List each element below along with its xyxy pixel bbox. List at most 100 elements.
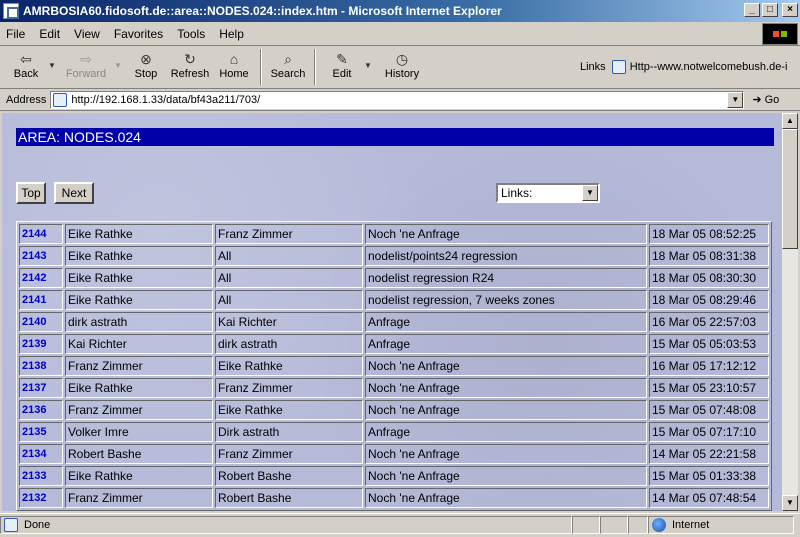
address-input[interactable]: http://192.168.1.33/data/bf43a211/703/ ▼ bbox=[50, 90, 745, 109]
globe-icon bbox=[652, 517, 666, 532]
table-row: 2140 dirk astrath Kai Richter Anfrage 16 Mar… bbox=[19, 312, 769, 332]
page-content: AREA: NODES.024 Top Next Links: ▼ 2144 Ei… bbox=[2, 113, 782, 511]
zone-panel: Internet bbox=[648, 515, 794, 534]
forward-button[interactable]: ⇨ Forward bbox=[58, 47, 114, 80]
links-select[interactable]: Links: ▼ bbox=[496, 183, 600, 203]
message-to: Kai Richter bbox=[215, 312, 363, 332]
table-row: 2132 Franz Zimmer Robert Bashe Noch 'ne Anf… bbox=[19, 488, 769, 508]
history-button[interactable]: ◷ History bbox=[374, 47, 430, 80]
menu-edit[interactable]: Edit bbox=[39, 27, 60, 41]
refresh-label: Refresh bbox=[170, 68, 210, 80]
top-button[interactable]: Top bbox=[16, 182, 46, 204]
scroll-thumb[interactable] bbox=[782, 129, 798, 249]
message-number-link[interactable]: 2138 bbox=[19, 356, 63, 376]
message-date: 15 Mar 05 07:48:08 bbox=[649, 400, 769, 420]
message-number-link[interactable]: 2144 bbox=[19, 224, 63, 244]
message-number-link[interactable]: 2136 bbox=[19, 400, 63, 420]
message-from: Eike Rathke bbox=[65, 378, 213, 398]
message-from: Franz Zimmer bbox=[65, 400, 213, 420]
message-from: Eike Rathke bbox=[65, 224, 213, 244]
close-button[interactable]: × bbox=[782, 3, 798, 17]
message-to: All bbox=[215, 268, 363, 288]
scroll-down-icon[interactable]: ▼ bbox=[782, 495, 798, 511]
links-select-value: Links: bbox=[501, 186, 533, 200]
message-to: Robert Bashe bbox=[215, 466, 363, 486]
message-number-link[interactable]: 2142 bbox=[19, 268, 63, 288]
message-number-link[interactable]: 2139 bbox=[19, 334, 63, 354]
message-from: Eike Rathke bbox=[65, 268, 213, 288]
message-to: Franz Zimmer bbox=[215, 224, 363, 244]
windows-logo-icon bbox=[762, 23, 798, 45]
select-dropdown-icon[interactable]: ▼ bbox=[582, 185, 598, 201]
message-from: Franz Zimmer bbox=[65, 488, 213, 508]
status-panel bbox=[600, 515, 628, 534]
area-title: AREA: NODES.024 bbox=[16, 128, 774, 146]
stop-icon: ⊗ bbox=[140, 51, 152, 67]
message-subject: nodelist regression R24 bbox=[365, 268, 647, 288]
address-url[interactable]: http://192.168.1.33/data/bf43a211/703/ bbox=[71, 94, 260, 106]
message-number-link[interactable]: 2134 bbox=[19, 444, 63, 464]
vertical-scrollbar[interactable]: ▲ ▼ bbox=[782, 113, 798, 511]
home-label: Home bbox=[219, 68, 249, 80]
menu-favorites[interactable]: Favorites bbox=[114, 27, 163, 41]
message-number-link[interactable]: 2141 bbox=[19, 290, 63, 310]
ie-page-icon bbox=[3, 3, 19, 19]
links-item[interactable]: Http--www.notwelcomebush.de-i bbox=[630, 61, 788, 73]
message-to: All bbox=[215, 290, 363, 310]
message-to: All bbox=[215, 246, 363, 266]
go-button[interactable]: ➜ Go bbox=[752, 93, 779, 107]
message-from: Franz Zimmer bbox=[65, 356, 213, 376]
stop-button[interactable]: ⊗ Stop bbox=[124, 47, 168, 80]
table-row: 2144 Eike Rathke Franz Zimmer Noch 'ne Anfr… bbox=[19, 224, 769, 244]
edit-button[interactable]: ✎ Edit bbox=[320, 47, 364, 80]
message-number-link[interactable]: 2135 bbox=[19, 422, 63, 442]
message-to: Eike Rathke bbox=[215, 400, 363, 420]
message-subject: Noch 'ne Anfrage bbox=[365, 400, 647, 420]
message-number-link[interactable]: 2143 bbox=[19, 246, 63, 266]
edit-dropdown-icon[interactable]: ▼ bbox=[364, 47, 374, 70]
back-button[interactable]: ⇦ Back bbox=[4, 47, 48, 80]
message-date: 15 Mar 05 05:03:53 bbox=[649, 334, 769, 354]
message-table: 2144 Eike Rathke Franz Zimmer Noch 'ne Anfr… bbox=[16, 221, 772, 511]
edit-icon: ✎ bbox=[336, 51, 348, 67]
window-title-bar[interactable]: AMRBOSIA60.fidosoft.de::area::NODES.024:… bbox=[0, 0, 800, 22]
zone-text: Internet bbox=[672, 518, 710, 531]
window-controls: _ □ × bbox=[744, 3, 798, 17]
home-button[interactable]: ⌂ Home bbox=[212, 47, 256, 80]
forward-label: Forward bbox=[65, 68, 107, 80]
table-row: 2142 Eike Rathke All nodelist regression R2… bbox=[19, 268, 769, 288]
message-to: Robert Bashe bbox=[215, 488, 363, 508]
toolbar-separator bbox=[314, 49, 316, 85]
menu-bar: File Edit View Favorites Tools Help bbox=[0, 22, 800, 46]
maximize-button[interactable]: □ bbox=[762, 3, 778, 17]
address-dropdown-icon[interactable]: ▼ bbox=[727, 91, 744, 108]
message-subject: Noch 'ne Anfrage bbox=[365, 356, 647, 376]
menu-help[interactable]: Help bbox=[219, 27, 244, 41]
table-row: 2135 Volker Imre Dirk astrath Anfrage 15 Mar… bbox=[19, 422, 769, 442]
message-number-link[interactable]: 2140 bbox=[19, 312, 63, 332]
message-number-link[interactable]: 2133 bbox=[19, 466, 63, 486]
forward-dropdown-icon[interactable]: ▼ bbox=[114, 47, 124, 70]
message-from: Robert Bashe bbox=[65, 444, 213, 464]
message-date: 18 Mar 05 08:30:30 bbox=[649, 268, 769, 288]
message-subject: Anfrage bbox=[365, 422, 647, 442]
message-from: Kai Richter bbox=[65, 334, 213, 354]
go-arrow-icon: ➜ bbox=[752, 94, 762, 106]
message-number-link[interactable]: 2132 bbox=[19, 488, 63, 508]
message-from: Eike Rathke bbox=[65, 246, 213, 266]
refresh-button[interactable]: ↻ Refresh bbox=[168, 47, 212, 80]
next-button[interactable]: Next bbox=[54, 182, 94, 204]
message-date: 15 Mar 05 07:17:10 bbox=[649, 422, 769, 442]
scroll-up-icon[interactable]: ▲ bbox=[782, 113, 798, 129]
minimize-button[interactable]: _ bbox=[744, 3, 760, 17]
menu-tools[interactable]: Tools bbox=[177, 27, 205, 41]
message-subject: nodelist/points24 regression bbox=[365, 246, 647, 266]
message-from: dirk astrath bbox=[65, 312, 213, 332]
menu-view[interactable]: View bbox=[74, 27, 100, 41]
back-dropdown-icon[interactable]: ▼ bbox=[48, 47, 58, 70]
menu-file[interactable]: File bbox=[6, 27, 25, 41]
message-number-link[interactable]: 2137 bbox=[19, 378, 63, 398]
table-row: 2138 Franz Zimmer Eike Rathke Noch 'ne Anfr… bbox=[19, 356, 769, 376]
search-button[interactable]: ⌕ Search bbox=[266, 47, 310, 80]
table-row: 2136 Franz Zimmer Eike Rathke Noch 'ne Anfr… bbox=[19, 400, 769, 420]
